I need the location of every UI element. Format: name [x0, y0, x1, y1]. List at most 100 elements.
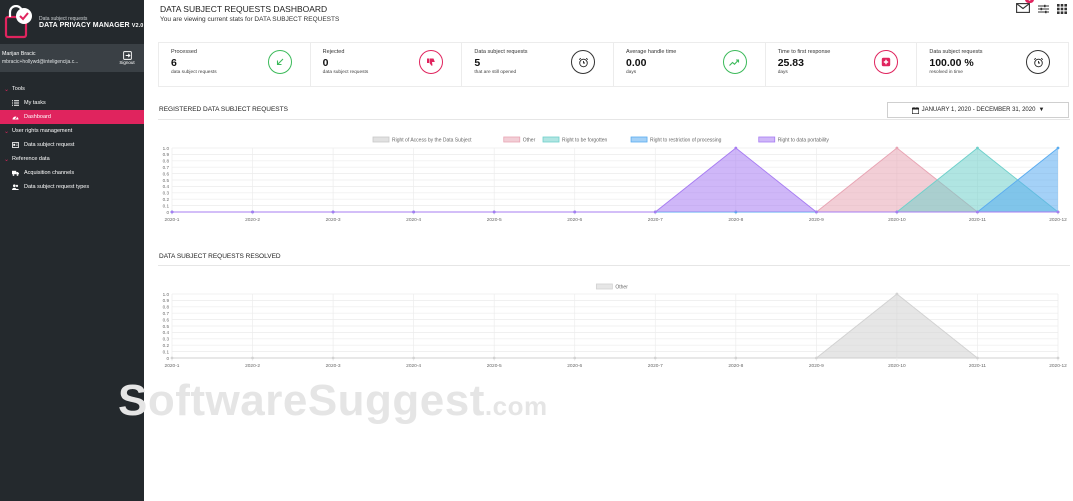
- data-point: [814, 210, 818, 214]
- sidebar-nav: ⌄ Tools My tasks Dashboard ⌄ User rights m…: [0, 72, 144, 194]
- mail-button[interactable]: 1: [1016, 0, 1034, 18]
- y-tick-label: 0.2: [163, 343, 170, 348]
- x-tick-label: 2020-5: [487, 217, 502, 223]
- y-tick-label: 0.9: [163, 298, 170, 303]
- legend-label: Other: [523, 138, 536, 144]
- x-tick-label: 2020-3: [326, 363, 341, 369]
- x-tick-label: 2020-1: [165, 363, 180, 369]
- legend-label: Right to restriction of processing: [650, 138, 722, 144]
- stat-card-processed: Processed 6 data subject requests: [159, 43, 311, 86]
- x-tick-label: 2020-8: [728, 217, 743, 223]
- x-tick-label: 2020-7: [648, 217, 663, 223]
- x-tick-label: 2020-3: [326, 217, 341, 223]
- x-tick-label: 2020-2: [245, 363, 260, 369]
- data-point: [653, 210, 657, 214]
- nav-group-reference-data[interactable]: ⌄ Reference data: [0, 152, 144, 166]
- signout-label: Signout: [119, 59, 135, 65]
- id-card-icon: [12, 142, 19, 148]
- y-tick-label: 0.9: [163, 152, 170, 157]
- sidebar-item-label: Acquisition channels: [24, 170, 75, 176]
- user-email: mbracic+hollywd@inteligencija.c...: [2, 59, 79, 65]
- chevron-down-icon: ⌄: [4, 156, 10, 163]
- chevron-down-icon: ⌄: [4, 128, 10, 135]
- caret-down-icon: ▼: [1038, 107, 1045, 113]
- stat-card-resolved-in-time: Data subject requests 100.00 % resolved …: [917, 43, 1068, 86]
- mail-icon: [1016, 3, 1030, 13]
- chart-registered-requests: Right of Access by the Data Subject Other…: [163, 136, 1067, 223]
- y-tick-label: 0.8: [163, 159, 170, 164]
- x-tick-label: 2020-6: [567, 217, 582, 223]
- x-tick-label: 2020-11: [969, 217, 987, 223]
- x-tick-label: 2020-12: [1049, 217, 1067, 223]
- legend-label: Other: [615, 285, 628, 291]
- arrow-down-left-icon: [267, 50, 292, 74]
- data-point: [895, 292, 899, 296]
- divider: [158, 119, 1070, 120]
- data-point: [331, 356, 335, 360]
- sidebar-item-my-tasks[interactable]: My tasks: [0, 96, 144, 110]
- x-tick-label: 2020-10: [888, 363, 906, 369]
- sidebar-item-label: My tasks: [24, 100, 46, 106]
- sidebar-item-request-types[interactable]: Data subject request types: [0, 180, 144, 194]
- data-point: [573, 356, 577, 360]
- data-point: [814, 356, 818, 360]
- x-tick-label: 2020-10: [888, 217, 906, 223]
- sidebar-item-dashboard[interactable]: Dashboard: [0, 110, 144, 124]
- data-point: [734, 356, 738, 360]
- data-point: [1056, 356, 1060, 360]
- list-icon: [12, 100, 19, 106]
- sidebar-item-label: Dashboard: [24, 114, 51, 120]
- grid-icon[interactable]: [1057, 4, 1067, 14]
- y-tick-label: 0.1: [163, 349, 170, 354]
- legend-label: Right to be forgotten: [562, 138, 608, 144]
- nav-group-tools[interactable]: ⌄ Tools: [0, 82, 144, 96]
- stat-card-first-response: Time to first response 25.83 days: [766, 43, 918, 86]
- user-name: Marijan Bracic: [2, 51, 36, 57]
- page-subtitle: You are viewing current stats for DATA S…: [160, 16, 340, 23]
- chart-resolved-requests: Other 0 0.10.20.3 0.40.5 0.60.70.8 0.91.0 2020…: [163, 283, 1067, 369]
- y-tick-label: 0.6: [163, 171, 170, 176]
- y-tick-label: 0: [166, 356, 169, 361]
- stat-note: days: [777, 70, 788, 75]
- nav-group-user-rights[interactable]: ⌄ User rights management: [0, 124, 144, 138]
- sidebar-item-data-subject-request[interactable]: Data subject request: [0, 138, 144, 152]
- page-title: DATA SUBJECT REQUESTS DASHBOARD: [160, 4, 328, 14]
- nav-group-label: Tools: [12, 86, 25, 92]
- user-box: Marijan Bracic mbracic+hollywd@inteligen…: [0, 44, 144, 72]
- sidebar-item-label: Data subject request types: [24, 184, 90, 190]
- data-point: [251, 210, 254, 214]
- alarm-clock-icon: [1026, 50, 1051, 74]
- data-point: [170, 356, 174, 360]
- signout-button[interactable]: Signout: [116, 50, 138, 66]
- x-tick-label: 2020-4: [406, 217, 421, 223]
- users-icon: [12, 184, 19, 190]
- data-point: [492, 356, 496, 360]
- x-tick-label: 2020-9: [809, 217, 824, 223]
- stat-card-avg-handle-time: Average handle time 0.00 days: [614, 43, 766, 86]
- date-range-picker[interactable]: JANUARY 1, 2020 - DECEMBER 31, 2020 ▼: [887, 102, 1069, 118]
- legend-label: Right to data portability: [778, 138, 830, 144]
- y-tick-label: 0.5: [163, 178, 170, 183]
- y-tick-label: 0.2: [163, 197, 170, 202]
- brand-title: DATA PRIVACY MANAGER V2.0: [39, 21, 144, 29]
- section-title-resolved: DATA SUBJECT REQUESTS RESOLVED: [159, 253, 281, 260]
- x-tick-label: 2020-6: [567, 363, 582, 369]
- legend-swatch: [372, 136, 390, 143]
- sidebar-item-acquisition-channels[interactable]: Acquisition channels: [0, 166, 144, 180]
- data-point: [1056, 146, 1060, 150]
- x-tick-label: 2020-11: [969, 363, 987, 369]
- stat-note: data subject requests: [171, 70, 217, 75]
- sliders-icon[interactable]: [1038, 4, 1049, 14]
- y-tick-label: 0.7: [163, 311, 170, 316]
- x-tick-label: 2020-8: [728, 363, 743, 369]
- stat-card-open-requests: Data subject requests 5 that are still o…: [462, 43, 615, 86]
- gauge-icon: [12, 116, 19, 120]
- y-tick-label: 0.3: [163, 337, 170, 342]
- x-tick-label: 2020-9: [809, 363, 824, 369]
- chevron-down-icon: ⌄: [4, 86, 10, 93]
- data-point: [412, 210, 416, 214]
- data-point: [251, 356, 254, 360]
- brand-logo: [3, 4, 35, 39]
- stat-card-rejected: Rejected 0 data subject requests: [311, 43, 463, 86]
- date-range-label: JANUARY 1, 2020 - DECEMBER 31, 2020: [921, 107, 1036, 113]
